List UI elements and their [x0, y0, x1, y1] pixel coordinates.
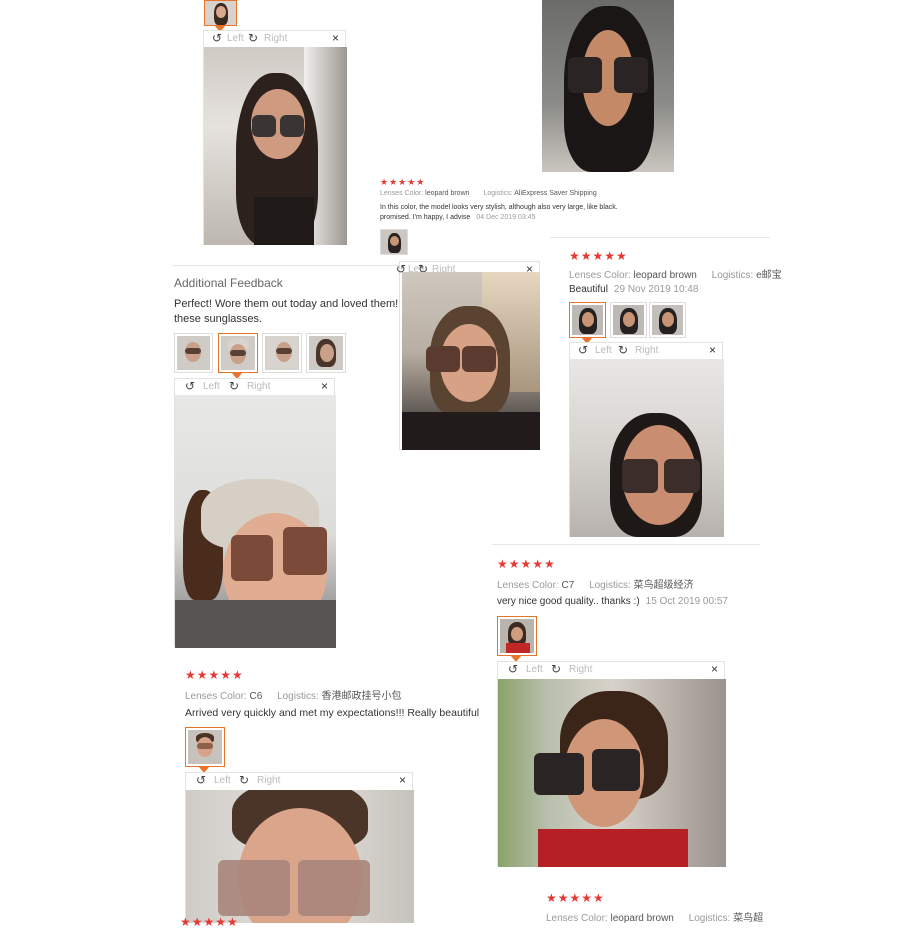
- rotate-right-icon[interactable]: ↻: [618, 344, 628, 357]
- rotate-right-label[interactable]: Right: [264, 33, 287, 44]
- review-photo-thumb[interactable]: [306, 333, 346, 373]
- photo-viewer: ↺ Left ↻ Right ×: [396, 261, 540, 450]
- review-date: 04 Dec 2019 03:45: [476, 214, 536, 221]
- close-icon[interactable]: ×: [399, 773, 406, 787]
- review-photo-thumb[interactable]: [262, 333, 302, 373]
- close-icon[interactable]: ×: [332, 31, 339, 45]
- review-photo-thumb[interactable]: [218, 333, 258, 373]
- divider: [492, 544, 760, 545]
- review-photo-thumb[interactable]: [204, 0, 237, 26]
- rotate-right-label[interactable]: Right: [247, 381, 270, 392]
- review-meta: Lenses Color: C6 Logistics: 香港邮政挂号小包: [185, 691, 402, 702]
- review-photo-thumb[interactable]: [569, 302, 606, 338]
- review-meta: Lenses Color: C7 Logistics: 菜鸟超级经济: [497, 580, 694, 591]
- review-photo: [542, 0, 674, 172]
- rotate-right-icon[interactable]: ↻: [551, 663, 561, 676]
- star-rating: ★★★★★: [185, 668, 244, 682]
- review-photo: [175, 395, 336, 648]
- rotate-left-icon[interactable]: ↺: [185, 380, 195, 393]
- review-photo-thumb[interactable]: [174, 333, 213, 373]
- review-text: promised. I'm happy, I advise 04 Dec 2019…: [380, 214, 536, 221]
- star-rating: ★★★★★: [497, 557, 556, 571]
- review-photo-thumb[interactable]: [185, 727, 225, 767]
- review-date: 29 Nov 2019 10:48: [613, 284, 699, 295]
- rotate-right-label[interactable]: Right: [569, 664, 592, 675]
- viewer-toolbar: ↺ Left ↻ Right ×: [186, 773, 412, 789]
- review-photo: [570, 359, 724, 537]
- viewer-toolbar: ↺ Left ↻ Right ×: [570, 343, 722, 359]
- rotate-left-label[interactable]: Left: [526, 664, 543, 675]
- rotate-right-icon[interactable]: ↻: [239, 774, 249, 787]
- review-photo: [186, 790, 414, 923]
- review-photo: [204, 47, 347, 245]
- review-text: Beautiful 29 Nov 2019 10:48: [569, 284, 699, 295]
- review-text: Arrived very quickly and met my expectat…: [185, 707, 480, 719]
- photo-viewer: ↺ Left ↻ Right ×: [203, 30, 347, 245]
- rotate-right-label[interactable]: Right: [635, 345, 658, 356]
- review-text: these sunglasses.: [174, 313, 263, 325]
- close-icon[interactable]: ×: [709, 343, 716, 357]
- rotate-left-label[interactable]: Left: [227, 33, 244, 44]
- review-date: 15 Oct 2019 00:57: [645, 596, 728, 607]
- star-rating: ★★★★★: [380, 177, 426, 187]
- photo-viewer: ↺ Left ↻ Right ×: [174, 378, 336, 648]
- review-photo-thumb[interactable]: [497, 616, 537, 656]
- rotate-left-label[interactable]: Left: [214, 775, 231, 786]
- star-rating: ★★★★★: [180, 915, 239, 929]
- viewer-toolbar: ↺ Left ↻ Right ×: [175, 379, 334, 395]
- rotate-right-label[interactable]: Right: [257, 775, 280, 786]
- review-text: In this color, the model looks very styl…: [380, 204, 618, 211]
- star-rating: ★★★★★: [546, 891, 605, 905]
- review-photo-thumb[interactable]: [610, 302, 647, 338]
- rotate-right-icon[interactable]: ↻: [248, 32, 258, 45]
- rotate-left-icon[interactable]: ↺: [196, 774, 206, 787]
- rotate-left-icon[interactable]: ↺: [508, 663, 518, 676]
- additional-feedback-heading: Additional Feedback: [174, 276, 283, 290]
- divider: [172, 265, 402, 266]
- divider: [550, 237, 770, 238]
- viewer-toolbar: ↺ Left ↻ Right ×: [498, 662, 724, 678]
- review-photo-thumb[interactable]: [649, 302, 686, 338]
- review-photo-thumb[interactable]: [380, 229, 408, 255]
- review-photo: [402, 272, 540, 450]
- photo-viewer: ↺ Left ↻ Right ×: [497, 661, 726, 867]
- rotate-left-label[interactable]: Left: [595, 345, 612, 356]
- review-text: Perfect! Wore them out today and loved t…: [174, 298, 405, 310]
- photo-viewer: ↺ Left ↻ Right ×: [185, 772, 414, 923]
- rotate-left-icon[interactable]: ↺: [578, 344, 588, 357]
- close-icon[interactable]: ×: [321, 379, 328, 393]
- rotate-left-icon[interactable]: ↺: [212, 32, 222, 45]
- review-text: very nice good quality.. thanks :) 15 Oct…: [497, 596, 728, 607]
- rotate-right-icon[interactable]: ↻: [229, 380, 239, 393]
- review-photo: [498, 679, 726, 867]
- review-meta: Lenses Color: leopard brown Logistics: A…: [380, 190, 597, 197]
- review-meta: Lenses Color: leopard brown Logistics: e…: [569, 270, 782, 281]
- star-rating: ★★★★★: [569, 249, 628, 263]
- close-icon[interactable]: ×: [711, 662, 718, 676]
- rotate-left-label[interactable]: Left: [203, 381, 220, 392]
- photo-viewer: ↺ Left ↻ Right ×: [569, 342, 724, 537]
- viewer-toolbar: ↺ Left ↻ Right ×: [204, 31, 345, 47]
